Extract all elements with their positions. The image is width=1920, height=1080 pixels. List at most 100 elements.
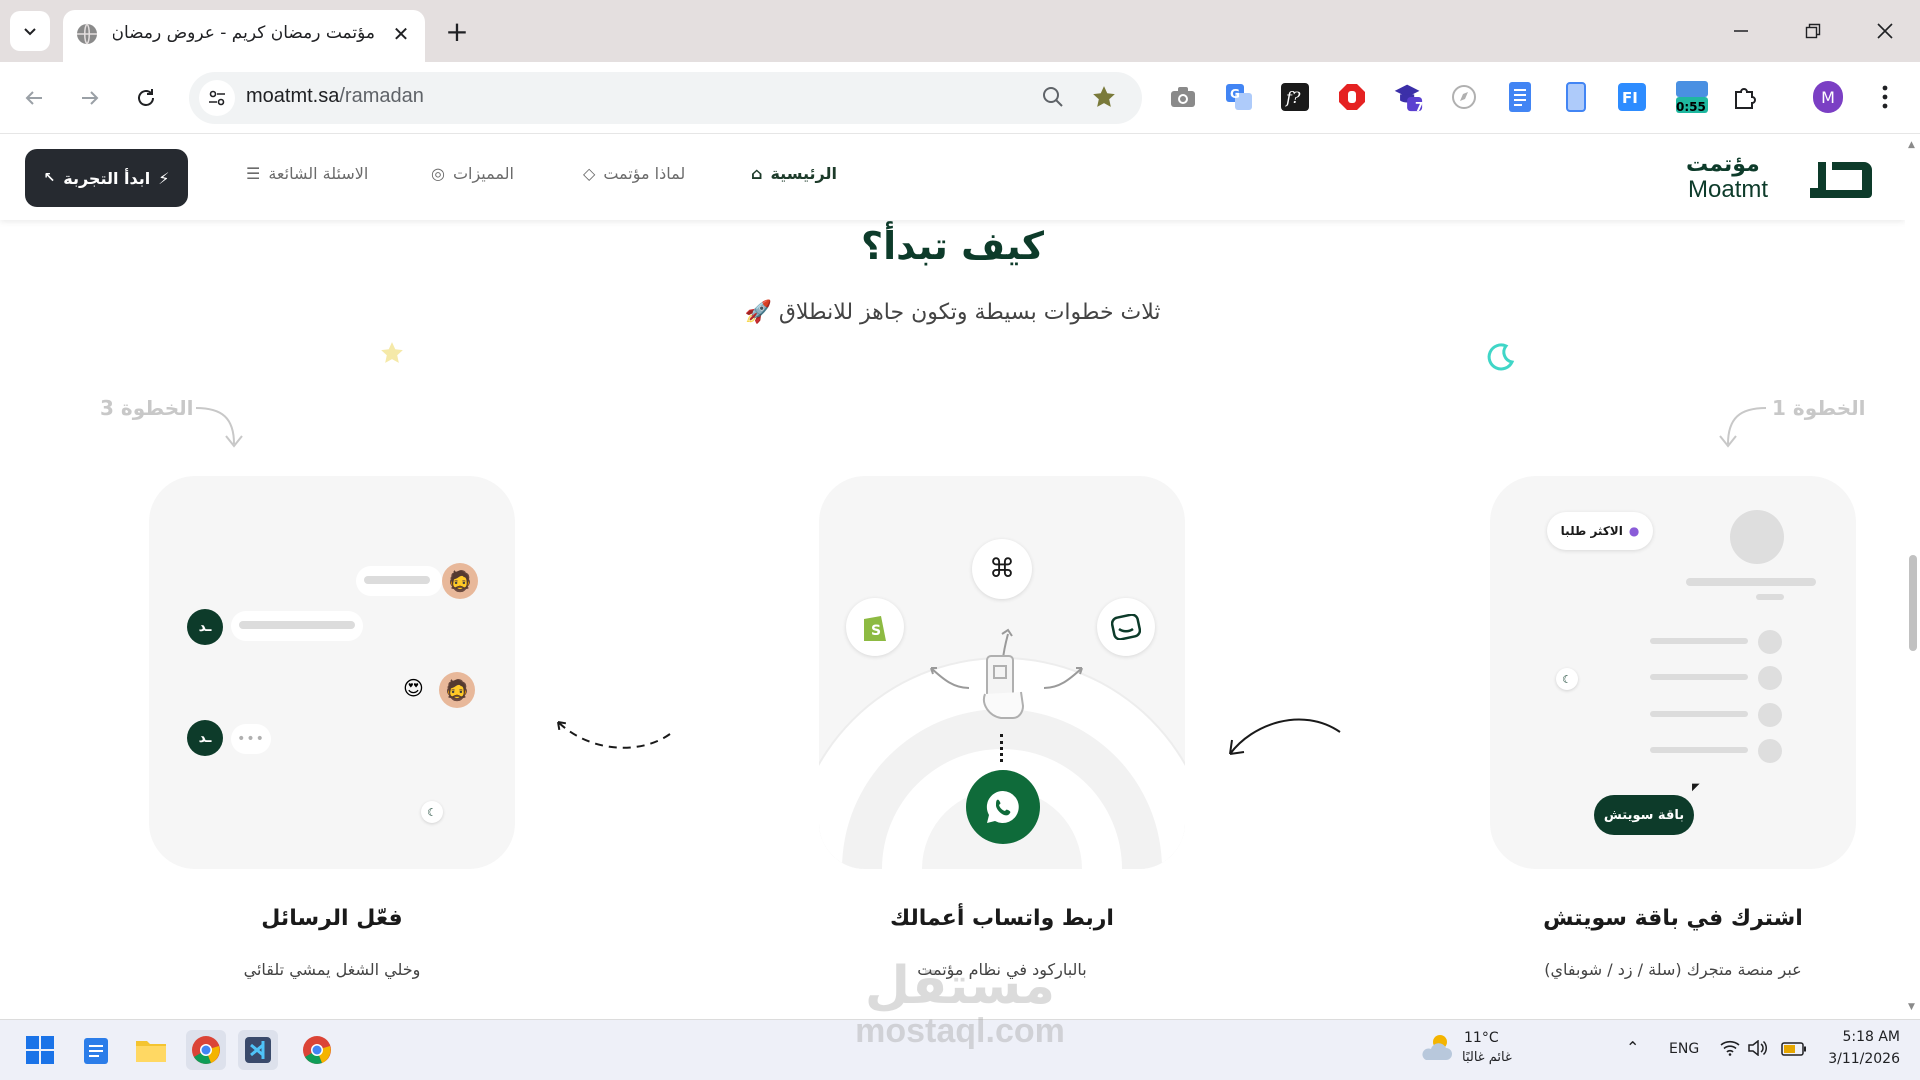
file-explorer-app[interactable] — [131, 1030, 171, 1070]
svg-text:f?: f? — [1285, 88, 1301, 107]
chrome-app[interactable] — [297, 1030, 337, 1070]
section-subtitle: ثلاث خطوات بسيطة وتكون جاهز للانطلاق 🚀 — [744, 300, 1161, 325]
forward-button[interactable] — [72, 80, 108, 116]
dotted-connector — [1000, 734, 1004, 762]
font-extension[interactable]: f? — [1280, 82, 1310, 112]
kebab-menu-icon — [1882, 85, 1888, 109]
close-tab-icon[interactable]: ✕ — [389, 22, 413, 46]
font-icon: f? — [1281, 83, 1309, 111]
nav-faq[interactable]: الاسئلة الشائعة ☰ — [246, 164, 368, 183]
nav-home-label: الرئيسية — [770, 164, 837, 183]
windows-logo-icon — [26, 1036, 54, 1064]
placeholder-line — [1650, 747, 1748, 753]
tab-search-button[interactable] — [10, 11, 50, 51]
notepad-app[interactable] — [76, 1030, 116, 1070]
switch-plan-button: باقة سويتش — [1594, 795, 1694, 835]
step-3-title: فعّل الرسائل — [261, 906, 403, 931]
curved-arrow-icon — [1229, 718, 1341, 755]
scroll-down-icon[interactable]: ▼ — [1908, 1002, 1915, 1012]
start-trial-button[interactable]: ⚡ ابدأ التجربة ↖ — [25, 149, 188, 207]
most-popular-label: الاكثر طلبا — [1560, 524, 1623, 538]
profile-button[interactable]: M — [1813, 81, 1843, 113]
watermark: مستقل mostaql.com — [840, 960, 1080, 1051]
search-page-button[interactable] — [1041, 85, 1065, 113]
nav-features-label: المميزات — [452, 164, 514, 183]
address-bar[interactable]: moatmt.sa/ramadan — [189, 72, 1142, 124]
puzzle-icon — [1735, 88, 1756, 109]
curved-arrow-icon — [195, 407, 243, 448]
bot-avatar: ـد — [187, 720, 223, 756]
adblock-extension[interactable] — [1337, 82, 1367, 112]
whatsapp-icon — [966, 770, 1040, 844]
input-language[interactable]: ENG — [1669, 1041, 1699, 1057]
restore-button[interactable] — [1788, 12, 1838, 50]
arrow-left-icon — [25, 91, 42, 105]
nav-why-label: لماذا مؤتمت — [603, 164, 686, 183]
logo-arabic: مؤتمت — [1686, 152, 1760, 177]
bullet-circle — [1758, 703, 1782, 727]
phone-extension[interactable] — [1561, 82, 1591, 112]
study-extension[interactable]: 7 — [1393, 82, 1424, 114]
tag-icon: ◇ — [583, 164, 596, 183]
wifi-icon[interactable] — [1720, 1040, 1740, 1060]
start-button[interactable] — [20, 1030, 60, 1070]
vscode-icon — [245, 1037, 271, 1063]
nav-why[interactable]: لماذا مؤتمت ◇ — [583, 164, 685, 183]
active-tab[interactable]: مؤتمت رمضان كريم - عروض رمضان ✕ — [63, 10, 425, 62]
screen: مؤتمت رمضان كريم - عروض رمضان ✕ + moatmt… — [0, 0, 1920, 1080]
site-info-button[interactable] — [199, 80, 235, 116]
camera-extension[interactable] — [1168, 82, 1198, 112]
nav-features[interactable]: المميزات ◎ — [431, 164, 514, 183]
close-window-button[interactable] — [1860, 12, 1910, 50]
nav-home[interactable]: الرئيسية ⌂ — [751, 164, 837, 183]
svg-text:S: S — [871, 623, 881, 639]
timer-extension[interactable]: 0:55 — [1673, 81, 1711, 114]
watermark-arabic: مستقل — [864, 956, 1056, 1016]
step-1-label: الخطوة 1 — [1772, 396, 1866, 420]
volume-icon[interactable] — [1748, 1039, 1768, 1060]
site-logo[interactable]: مؤتمت Moatmt — [1686, 152, 1872, 203]
docs-extension[interactable] — [1505, 82, 1535, 112]
scrollbar-thumb[interactable] — [1909, 555, 1917, 651]
scroll-up-icon[interactable]: ▲ — [1908, 140, 1915, 150]
translate-extension[interactable]: G — [1224, 82, 1254, 112]
zoom-icon — [1043, 87, 1063, 107]
extension-badge: 7 — [1415, 100, 1424, 114]
partly-cloudy-icon — [1422, 1035, 1452, 1060]
command-icon: ⌘ — [972, 539, 1032, 599]
minimize-button[interactable] — [1716, 12, 1766, 50]
compass-icon — [1452, 85, 1476, 109]
chat-bubble — [356, 566, 442, 596]
notepad-icon — [84, 1038, 108, 1064]
battery-icon[interactable] — [1781, 1041, 1807, 1060]
browser-tab-bar: مؤتمت رمضان كريم - عروض رمضان ✕ + — [0, 0, 1920, 62]
placeholder-line — [1650, 711, 1748, 717]
tab-title: مؤتمت رمضان كريم - عروض رمضان — [113, 23, 375, 43]
new-tab-button[interactable]: + — [440, 14, 474, 48]
clock-time[interactable]: 5:18 AM — [1830, 1029, 1900, 1045]
mobile-icon — [1566, 82, 1586, 112]
clock-date[interactable]: 3/11/2026 — [1820, 1051, 1900, 1067]
page-scrollbar[interactable]: ▲ ▼ — [1905, 134, 1920, 1019]
fi-extension[interactable]: FI — [1617, 82, 1647, 112]
curved-arrow-icon — [1719, 407, 1767, 448]
url-text: moatmt.sa/ramadan — [246, 85, 424, 108]
step-3-card: 🧔 ـد 😍 🧔 ـد ••• ☾ — [149, 476, 515, 869]
back-button[interactable] — [16, 80, 52, 116]
placeholder-line — [1756, 594, 1784, 600]
vscode-app[interactable] — [238, 1030, 278, 1070]
compass-extension[interactable] — [1449, 82, 1479, 112]
chevron-up-icon[interactable]: ⌃ — [1626, 1038, 1639, 1057]
browser-menu-button[interactable] — [1870, 82, 1900, 112]
extensions-menu[interactable] — [1730, 82, 1760, 112]
reload-button[interactable] — [128, 80, 164, 116]
list-icon: ☰ — [246, 164, 261, 183]
camera-icon — [1171, 87, 1195, 107]
bookmark-star-button[interactable] — [1091, 84, 1117, 114]
watermark-english: mostaql.com — [855, 1012, 1065, 1050]
chrome-icon — [192, 1036, 220, 1064]
bullet-circle — [1758, 739, 1782, 763]
purple-dot-icon: ● — [1628, 524, 1640, 538]
step-3-desc: وخلي الشغل يمشي تلقائي — [243, 960, 421, 979]
chrome-app-active[interactable] — [186, 1030, 226, 1070]
